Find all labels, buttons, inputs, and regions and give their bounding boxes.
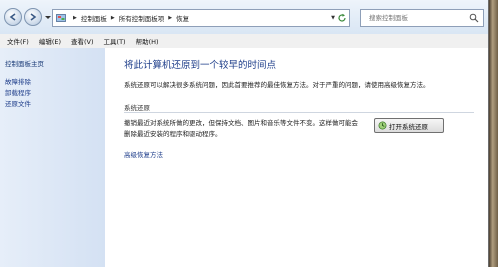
refresh-icon[interactable] [337, 13, 347, 23]
sidebar-item-uninstall[interactable]: 卸载程序 [5, 88, 31, 99]
sidebar-home-link[interactable]: 控制面板主页 [5, 58, 44, 68]
system-restore-icon [378, 121, 387, 130]
main-content: 将此计算机还原到一个较早的时间点 系统还原可以解决很多系统问题，因此首要推荐的最… [105, 48, 488, 267]
menu-view[interactable]: 查看(V) [71, 36, 94, 46]
arrow-right-icon [30, 13, 37, 21]
control-panel-icon [56, 13, 66, 22]
search-input[interactable] [369, 14, 465, 22]
forward-button[interactable] [24, 8, 42, 26]
back-button[interactable] [4, 8, 22, 26]
sidebar-item-troubleshoot[interactable]: 故障排除 [5, 77, 31, 88]
recent-pages-dropdown[interactable] [44, 13, 52, 21]
search-icon[interactable] [469, 13, 479, 23]
sidebar-item-restore-files[interactable]: 还原文件 [5, 99, 31, 110]
recovery-window: ▶ 控制面板 ▶ 所有控制面板项 ▶ 恢复 ▼ 文件(F) 编辑(E) 查看(V… [0, 0, 489, 267]
section-title: 系统还原 [124, 104, 150, 112]
background-desktop-edge [489, 0, 498, 267]
menu-bar: 文件(F) 编辑(E) 查看(V) 工具(T) 帮助(H) [0, 34, 488, 49]
breadcrumb-all-items[interactable]: 所有控制面板项 [119, 13, 165, 23]
sidebar: 控制面板主页 故障排除 卸载程序 还原文件 [0, 48, 105, 267]
menu-edit[interactable]: 编辑(E) [39, 36, 61, 46]
page-title: 将此计算机还原到一个较早的时间点 [124, 60, 277, 71]
open-system-restore-label: 打开系统还原 [389, 122, 428, 131]
open-system-restore-button[interactable]: 打开系统还原 [374, 118, 444, 133]
breadcrumb-separator[interactable]: ▶ [168, 15, 172, 21]
breadcrumb-recovery[interactable]: 恢复 [176, 13, 189, 23]
address-dropdown-icon[interactable]: ▼ [331, 15, 335, 21]
address-toolbar: ▶ 控制面板 ▶ 所有控制面板项 ▶ 恢复 ▼ [0, 0, 488, 34]
section-divider [124, 112, 474, 113]
address-bar[interactable]: ▶ 控制面板 ▶ 所有控制面板项 ▶ 恢复 ▼ [52, 9, 350, 27]
search-box[interactable] [360, 9, 484, 27]
advanced-recovery-link[interactable]: 高级恢复方法 [124, 149, 163, 159]
menu-help[interactable]: 帮助(H) [136, 36, 159, 46]
breadcrumb-control-panel[interactable]: 控制面板 [81, 13, 107, 23]
section-description: 撤销最近对系统所做的更改，但保持文档、图片和音乐等文件不变。这样做可能会删除最近… [124, 119, 358, 138]
arrow-left-icon [9, 13, 16, 21]
menu-tools[interactable]: 工具(T) [104, 36, 126, 46]
breadcrumb-separator: ▶ [73, 15, 77, 21]
breadcrumb-separator[interactable]: ▶ [111, 15, 115, 21]
breadcrumb: ▶ 控制面板 ▶ 所有控制面板项 ▶ 恢复 [69, 13, 189, 23]
sidebar-links: 故障排除 卸载程序 还原文件 [5, 77, 31, 110]
menu-file[interactable]: 文件(F) [7, 36, 29, 46]
intro-text: 系统还原可以解决很多系统问题，因此首要推荐的最佳恢复方法。对于严重的问题，请使用… [124, 81, 430, 89]
